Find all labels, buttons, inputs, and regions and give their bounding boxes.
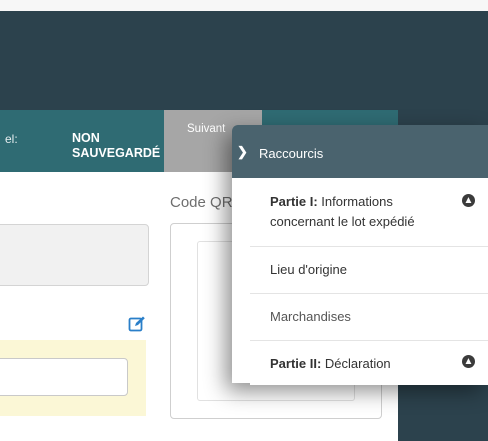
menu-item-label: Partie I: Informations concernant le lot…: [270, 192, 448, 232]
readonly-field: [0, 224, 149, 286]
menu-item-lieu-origine[interactable]: Lieu d'origine: [250, 247, 488, 294]
app-header: [0, 11, 488, 110]
menu-item-partie-1[interactable]: Partie I: Informations concernant le lot…: [250, 178, 488, 247]
menu-item-label: Marchandises: [270, 307, 448, 327]
shortcut-menu-header[interactable]: ❯ Raccourcis: [232, 125, 488, 178]
edit-icon[interactable]: [128, 315, 146, 333]
menu-item-partie-2[interactable]: Partie II: Déclaration ▲: [250, 341, 488, 385]
menu-item-label: Lieu d'origine: [270, 260, 448, 280]
menu-item-text: Marchandises: [270, 309, 351, 324]
menu-item-marchandises[interactable]: Marchandises: [250, 294, 488, 341]
shortcut-menu: ❯ Raccourcis Partie I: Informations conc…: [232, 125, 488, 385]
menu-item-text: Déclaration: [321, 356, 391, 371]
menu-item-text: Lieu d'origine: [270, 262, 347, 277]
arrow-up-circle-icon: ▲: [462, 355, 475, 368]
chevron-right-icon: ❯: [237, 144, 248, 159]
menu-item-strong: Partie II:: [270, 356, 322, 371]
shortcut-menu-title: Raccourcis: [259, 146, 324, 161]
top-strip: [0, 0, 488, 11]
qr-code-label: Code QR: [170, 194, 233, 211]
status-value: NON SAUVEGARDÉ: [72, 131, 161, 160]
menu-item-label: Partie II: Déclaration: [270, 354, 448, 374]
status-label: el:: [5, 132, 18, 146]
text-input[interactable]: [0, 358, 128, 396]
arrow-up-circle-icon: ▲: [462, 194, 475, 207]
menu-item-strong: Partie I:: [270, 194, 318, 209]
next-button-label: Suivant: [187, 123, 226, 135]
